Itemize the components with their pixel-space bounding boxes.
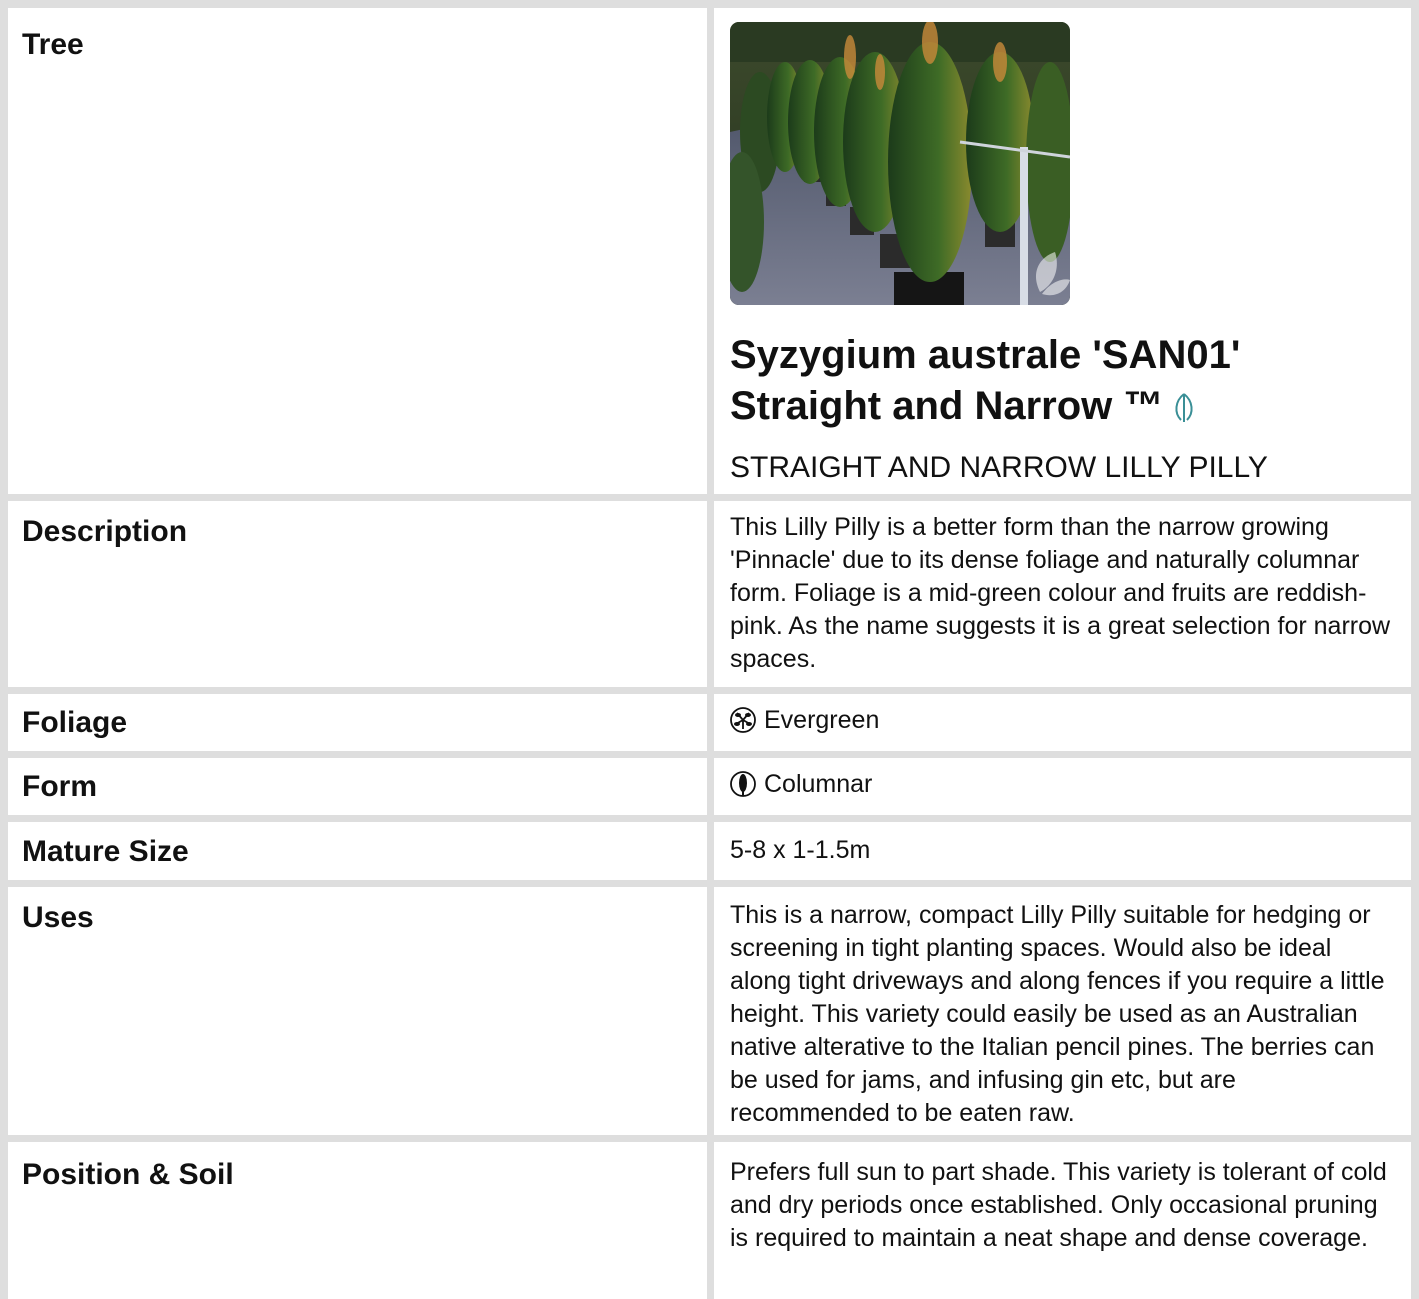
plant-photo-image bbox=[730, 22, 1070, 305]
description-label-cell: Description bbox=[8, 501, 707, 687]
form-value: Columnar bbox=[714, 758, 1411, 801]
tree-value-cell: Syzygium australe 'SAN01' Straight and N… bbox=[714, 8, 1411, 494]
description-text: This Lilly Pilly is a better form than t… bbox=[730, 513, 1391, 673]
plant-common-name: STRAIGHT AND NARROW LILLY PILLY bbox=[730, 451, 1268, 484]
tree-label: Tree bbox=[22, 28, 84, 61]
form-label-cell: Form bbox=[8, 758, 707, 815]
position-soil-text: Prefers full sun to part shade. This var… bbox=[730, 1158, 1387, 1252]
foliage-label-cell: Foliage bbox=[8, 694, 707, 751]
foliage-value-text: Evergreen bbox=[764, 706, 880, 734]
native-leaf-icon bbox=[1169, 385, 1199, 436]
plant-title: Syzygium australe 'SAN01' Straight and N… bbox=[730, 330, 1370, 436]
uses-value-cell: This is a narrow, compact Lilly Pilly su… bbox=[714, 887, 1411, 1135]
plant-details-table: Tree Syzygium australe 'SAN01' Straight … bbox=[0, 0, 1419, 1299]
position-soil-label-cell: Position & Soil bbox=[8, 1142, 707, 1299]
description-value-cell: This Lilly Pilly is a better form than t… bbox=[714, 501, 1411, 687]
uses-label: Uses bbox=[22, 901, 94, 934]
plant-title-text: Syzygium australe 'SAN01' Straight and N… bbox=[730, 333, 1241, 428]
position-soil-label: Position & Soil bbox=[22, 1158, 234, 1191]
mature-size-value-cell: 5-8 x 1-1.5m bbox=[714, 822, 1411, 880]
uses-text: This is a narrow, compact Lilly Pilly su… bbox=[730, 901, 1385, 1127]
foliage-value: Evergreen bbox=[714, 694, 1411, 737]
foliage-value-cell: Evergreen bbox=[714, 694, 1411, 751]
mature-size-label-cell: Mature Size bbox=[8, 822, 707, 880]
foliage-label: Foliage bbox=[22, 706, 128, 739]
mature-size-value: 5-8 x 1-1.5m bbox=[730, 836, 871, 864]
evergreen-icon bbox=[730, 707, 756, 733]
uses-label-cell: Uses bbox=[8, 887, 707, 1135]
form-label: Form bbox=[22, 770, 97, 803]
form-value-cell: Columnar bbox=[714, 758, 1411, 815]
plant-photo[interactable] bbox=[730, 22, 1070, 305]
description-label: Description bbox=[22, 515, 188, 548]
form-value-text: Columnar bbox=[764, 770, 873, 798]
columnar-form-icon bbox=[730, 771, 756, 797]
tree-label-cell: Tree bbox=[8, 8, 707, 494]
mature-size-label: Mature Size bbox=[22, 835, 189, 868]
position-soil-value-cell: Prefers full sun to part shade. This var… bbox=[714, 1142, 1411, 1299]
